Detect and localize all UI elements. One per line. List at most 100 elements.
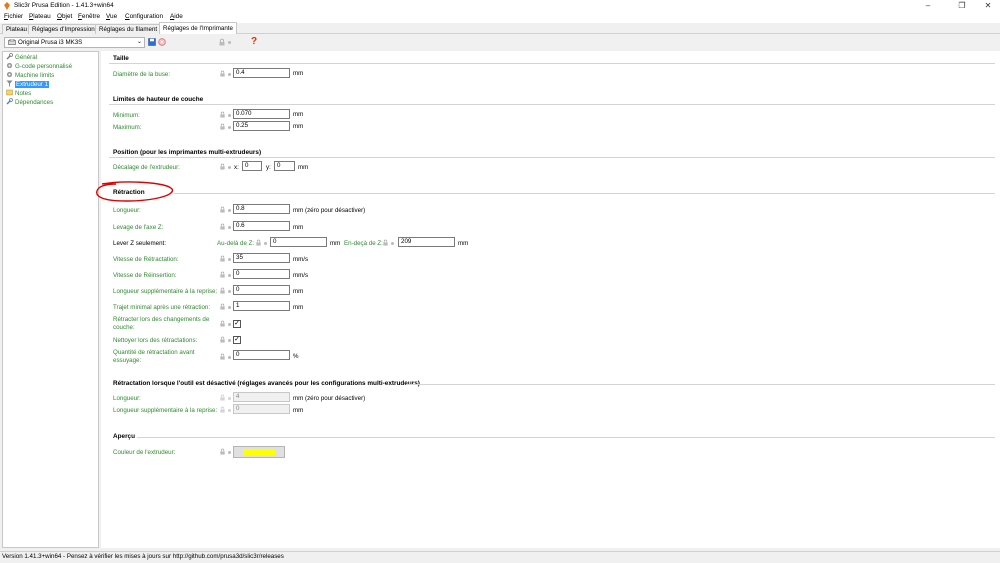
lock-icon[interactable] bbox=[219, 448, 226, 455]
tab-printer-settings[interactable]: Réglages de l'Imprimante bbox=[159, 22, 237, 34]
retract-length-input[interactable]: 0.8 bbox=[233, 204, 290, 214]
retract-layer-change-label-line2: couche: bbox=[113, 324, 135, 331]
dot-icon bbox=[228, 356, 231, 359]
unit-label: mm bbox=[293, 288, 304, 295]
section-title-position: Position (pour les imprimantes multi-ext… bbox=[113, 149, 262, 156]
extra-restart-input[interactable]: 0 bbox=[233, 285, 290, 295]
unit-label: mm bbox=[293, 111, 304, 118]
x-label: x: bbox=[234, 164, 239, 171]
nozzle-diameter-input[interactable]: 0.4 bbox=[233, 68, 290, 78]
lock-icon[interactable] bbox=[218, 38, 226, 46]
dot-icon bbox=[228, 397, 231, 400]
only-lift-z-label: Lever Z seulement: bbox=[113, 240, 166, 247]
maximize-button[interactable]: ❐ bbox=[950, 0, 974, 12]
retract-before-wipe-input[interactable]: 0 bbox=[233, 350, 290, 360]
z-lift-input[interactable]: 0.6 bbox=[233, 221, 290, 231]
lock-icon[interactable] bbox=[219, 353, 226, 360]
section-title-taille: Taille bbox=[113, 55, 129, 62]
min-travel-label: Trajet minimal après une rétraction: bbox=[113, 304, 211, 311]
close-button[interactable]: ✕ bbox=[976, 0, 1000, 12]
toolchange-extra-input[interactable]: 0 bbox=[233, 404, 290, 414]
below-z-input[interactable]: 209 bbox=[398, 237, 455, 247]
min-layer-input[interactable]: 0.070 bbox=[233, 109, 290, 119]
tree-item-notes[interactable]: Notes bbox=[6, 89, 31, 97]
unit-label: mm bbox=[298, 164, 309, 171]
section-divider bbox=[109, 104, 995, 105]
tab-plateau[interactable]: Plateau bbox=[2, 24, 31, 34]
unit-label: mm (zéro pour désactiver) bbox=[293, 207, 366, 214]
tab-print-settings[interactable]: Réglages d'Impression bbox=[28, 24, 99, 34]
cog-icon bbox=[6, 62, 13, 69]
unit-label: mm bbox=[330, 240, 341, 247]
lock-icon[interactable] bbox=[219, 70, 226, 77]
lock-icon[interactable] bbox=[219, 287, 226, 294]
minimize-button[interactable]: – bbox=[916, 0, 940, 12]
deretract-speed-label: Vitesse de Réinsertion: bbox=[113, 272, 177, 279]
menu-aide[interactable]: Aide bbox=[170, 13, 183, 20]
question-icon[interactable]: ? bbox=[251, 36, 257, 47]
lock-icon[interactable] bbox=[219, 406, 226, 413]
min-travel-input[interactable]: 1 bbox=[233, 301, 290, 311]
lock-icon[interactable] bbox=[219, 336, 226, 343]
dot-icon bbox=[228, 274, 231, 277]
nozzle-diameter-label: Diamètre de la buse: bbox=[113, 71, 171, 78]
lock-icon[interactable] bbox=[219, 111, 226, 118]
lock-icon[interactable] bbox=[219, 223, 226, 230]
delete-icon[interactable] bbox=[158, 38, 166, 46]
lock-icon[interactable] bbox=[219, 206, 226, 213]
dot-icon bbox=[228, 41, 231, 44]
toolchange-length-input[interactable]: 4 bbox=[233, 392, 290, 402]
deretract-speed-input[interactable]: 0 bbox=[233, 269, 290, 279]
dot-icon bbox=[228, 323, 231, 326]
extruder-offset-label: Décalage de l'extrudeur: bbox=[113, 164, 180, 171]
retract-speed-input[interactable]: 35 bbox=[233, 253, 290, 263]
offset-x-input[interactable]: 0 bbox=[242, 161, 262, 171]
dot-icon bbox=[264, 242, 267, 245]
funnel-icon bbox=[6, 80, 13, 87]
lock-icon[interactable] bbox=[219, 163, 226, 170]
menu-fenetre[interactable]: Fenêtre bbox=[78, 13, 100, 20]
wipe-checkbox[interactable]: ✓ bbox=[233, 336, 241, 344]
extruder-color-picker[interactable] bbox=[233, 446, 285, 458]
tree-item-custom-gcode[interactable]: G-code personnalisé bbox=[6, 62, 72, 70]
tab-filament-settings[interactable]: Réglages du filament bbox=[95, 24, 162, 34]
retract-speed-label: Vitesse de Rétractation: bbox=[113, 256, 179, 263]
above-z-input[interactable]: 0 bbox=[270, 237, 327, 247]
unit-label: mm bbox=[293, 70, 304, 77]
dot-icon bbox=[228, 258, 231, 261]
dot-icon bbox=[228, 290, 231, 293]
menu-plateau[interactable]: Plateau bbox=[29, 13, 51, 20]
printer-preset-select[interactable]: Original Prusa i3 MK3S ⌄ bbox=[4, 37, 145, 48]
section-divider bbox=[109, 157, 995, 158]
window-title: Slic3r Prusa Edition - 1.41.3+win64 bbox=[14, 2, 114, 9]
tree-item-dependencies[interactable]: Dépendances bbox=[6, 98, 53, 106]
unit-label: mm bbox=[293, 224, 304, 231]
tree-item-machine-limits[interactable]: Machine limits bbox=[6, 71, 54, 79]
dot-icon bbox=[228, 409, 231, 412]
lock-icon[interactable] bbox=[219, 255, 226, 262]
tree-item-general[interactable]: Général bbox=[6, 53, 37, 61]
tree-item-extruder-1[interactable]: Extrudeur 1 bbox=[6, 80, 49, 88]
retract-layer-change-checkbox[interactable]: ✓ bbox=[233, 320, 241, 328]
lock-icon[interactable] bbox=[219, 394, 226, 401]
menu-vue[interactable]: Vue bbox=[106, 13, 117, 20]
status-text: Version 1.41.3+win64 - Pensez à vérifier… bbox=[2, 553, 284, 560]
wrench-icon bbox=[6, 53, 13, 60]
max-layer-input[interactable]: 0.25 bbox=[233, 121, 290, 131]
menu-objet[interactable]: Objet bbox=[57, 13, 72, 20]
lock-icon[interactable] bbox=[219, 303, 226, 310]
offset-y-input[interactable]: 0 bbox=[274, 161, 295, 171]
note-icon bbox=[6, 89, 13, 96]
lock-icon[interactable] bbox=[219, 271, 226, 278]
menu-fichier[interactable]: Fichier bbox=[4, 13, 23, 20]
lock-icon[interactable] bbox=[219, 320, 226, 327]
lock-icon[interactable] bbox=[382, 239, 389, 246]
save-icon[interactable] bbox=[148, 38, 156, 46]
unit-label: mm bbox=[293, 407, 304, 414]
min-layer-label: Minimum: bbox=[113, 112, 140, 119]
dot-icon bbox=[228, 306, 231, 309]
dot-icon bbox=[228, 126, 231, 129]
lock-icon[interactable] bbox=[219, 123, 226, 130]
menu-configuration[interactable]: Configuration bbox=[125, 13, 163, 20]
lock-icon[interactable] bbox=[255, 239, 262, 246]
